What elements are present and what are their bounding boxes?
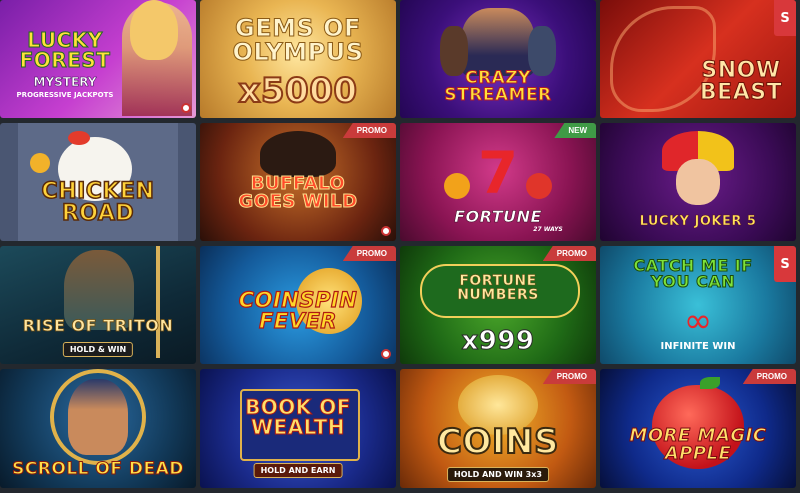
game-grid: LUCKY FOREST MYSTERY PROGRESSIVE JACKPOT… [0, 0, 800, 493]
game-tile-snow-beast[interactable]: SNOW BEAST S [600, 0, 796, 118]
game-tile-coinspin-fever[interactable]: COINSPIN FEVER PROMO [200, 246, 396, 364]
game-tile-rise-of-triton[interactable]: RISE OF TRITON HOLD & WIN [0, 246, 196, 364]
provider-badge: S [774, 246, 796, 282]
game-tag: HOLD AND EARN [253, 463, 343, 478]
game-title: BUFFALO GOES WILD [238, 173, 358, 212]
game-tile-fortune-numbers[interactable]: FORTUNE NUMBERS x999 PROMO [400, 246, 596, 364]
game-title: GEMS OF OLYMPUS [232, 14, 364, 66]
game-tile-chicken-road[interactable]: CHICKEN ROAD [0, 123, 196, 241]
game-tile-fortune[interactable]: 7 FORTUNE 27 WAYS NEW [400, 123, 596, 241]
game-title: FORTUNE [454, 207, 542, 226]
game-title: COINS [436, 422, 559, 462]
provider-chip-icon [381, 349, 391, 359]
game-tile-scroll-of-dead[interactable]: SCROLL OF DEAD [0, 369, 196, 488]
game-subtitle: MYSTERY [33, 75, 97, 89]
game-title: MORE MAGIC APPLE [629, 425, 767, 464]
game-multiplier: x999 [461, 326, 535, 356]
game-tile-lucky-forest[interactable]: LUCKY FOREST MYSTERY PROGRESSIVE JACKPOT… [0, 0, 196, 118]
game-tag: INFINITE WIN [660, 341, 736, 352]
game-title: CHICKEN ROAD [41, 179, 155, 226]
game-title: FORTUNE NUMBERS [457, 273, 539, 303]
game-title: RISE OF TRITON [22, 316, 174, 335]
game-title: SCROLL OF DEAD [12, 459, 184, 479]
game-title: BOOK OF WEALTH [245, 395, 351, 439]
game-title: CRAZY STREAMER [444, 68, 552, 105]
game-tile-gems-of-olympus[interactable]: GEMS OF OLYMPUS x5000 [200, 0, 396, 118]
game-tile-buffalo-goes-wild[interactable]: BUFFALO GOES WILD PROMO [200, 123, 396, 241]
game-tag: HOLD & WIN [62, 342, 134, 357]
game-tile-catch-me-if-you-can[interactable]: CATCH ME IF YOU CAN ∞ INFINITE WIN S [600, 246, 796, 364]
game-tag: PROGRESSIVE JACKPOTS [16, 91, 114, 99]
game-title: LUCKY FOREST [19, 28, 111, 72]
game-title: LUCKY JOKER 5 [639, 214, 757, 229]
provider-chip-icon [181, 103, 191, 113]
game-tile-crazy-streamer[interactable]: CRAZY STREAMER [400, 0, 596, 118]
game-tile-more-magic-apple[interactable]: MORE MAGIC APPLE PROMO [600, 369, 796, 488]
game-tile-book-of-wealth[interactable]: BOOK OF WEALTH HOLD AND EARN [200, 369, 396, 488]
provider-chip-icon [381, 226, 391, 236]
game-multiplier: x5000 [237, 71, 358, 111]
game-tile-lucky-joker-5[interactable]: LUCKY JOKER 5 [600, 123, 796, 241]
provider-badge: S [774, 0, 796, 36]
game-title: SNOW BEAST [699, 58, 783, 105]
game-subtitle: 27 WAYS [533, 226, 563, 233]
game-tile-coins[interactable]: COINS HOLD AND WIN 3x3 PROMO [400, 369, 596, 488]
game-title: COINSPIN FEVER [238, 288, 358, 333]
game-tag: HOLD AND WIN 3x3 [447, 467, 549, 482]
